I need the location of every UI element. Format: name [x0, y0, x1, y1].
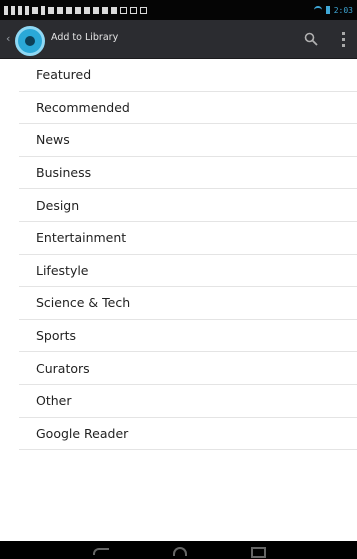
- box-icon: [120, 6, 127, 14]
- dollar-icon: [41, 5, 45, 15]
- page-title: Add to Library: [51, 32, 119, 43]
- up-caret-icon[interactable]: ‹: [6, 33, 10, 44]
- list-item-label: Entertainment: [36, 230, 127, 246]
- list-item[interactable]: Other: [19, 385, 357, 418]
- list-item-label: Other: [36, 393, 72, 409]
- list-item-label: Curators: [36, 360, 90, 376]
- overflow-menu-icon[interactable]: [342, 32, 346, 47]
- recent-apps-icon[interactable]: [247, 544, 267, 558]
- action-bar: ‹ Add to Library: [0, 20, 357, 59]
- list-item-label: Featured: [36, 67, 92, 83]
- list-item-label: Business: [36, 165, 92, 181]
- warning-icon: [57, 6, 63, 14]
- list-item-label: Google Reader: [36, 425, 129, 441]
- system-status: 2:03: [313, 5, 353, 15]
- app-logo-icon[interactable]: [15, 26, 45, 56]
- mail-icon: [84, 6, 90, 14]
- calendar-icon: [66, 6, 72, 14]
- list-item[interactable]: Entertainment: [19, 222, 357, 255]
- box-icon: [140, 6, 147, 14]
- list-item-label: Design: [36, 197, 80, 213]
- list-item[interactable]: Featured: [19, 59, 357, 92]
- battery-icon: [325, 6, 330, 14]
- status-time: 2:03: [333, 5, 353, 15]
- wifi-icon: [313, 6, 322, 14]
- notification-icons: [4, 5, 147, 15]
- list-item[interactable]: Lifestyle: [19, 255, 357, 288]
- list-item[interactable]: Recommended: [19, 92, 357, 125]
- back-icon[interactable]: [91, 544, 111, 556]
- mail-icon: [93, 6, 99, 14]
- search-icon[interactable]: [303, 31, 319, 47]
- category-list: Featured Recommended News Business Desig…: [19, 59, 357, 451]
- usb-icon: [4, 5, 8, 15]
- list-item-label: Recommended: [36, 99, 130, 115]
- mail-icon: [102, 6, 108, 14]
- mail-icon: [111, 6, 117, 14]
- list-item[interactable]: Curators: [19, 352, 357, 385]
- list-item-label: Science & Tech: [36, 295, 131, 311]
- list-item[interactable]: Sports: [19, 320, 357, 353]
- list-item[interactable]: Google Reader: [19, 418, 357, 451]
- sd-card-icon: [32, 6, 38, 14]
- list-item[interactable]: Business: [19, 157, 357, 190]
- list-item-label: News: [36, 132, 70, 148]
- status-bar: 2:03: [0, 0, 357, 20]
- home-icon[interactable]: [169, 544, 189, 556]
- list-item-label: Sports: [36, 328, 77, 344]
- list-item-label: Lifestyle: [36, 262, 89, 278]
- list-item[interactable]: News: [19, 124, 357, 157]
- list-item[interactable]: Design: [19, 189, 357, 222]
- download-icon: [25, 5, 29, 15]
- list-item[interactable]: Science & Tech: [19, 287, 357, 320]
- mail-icon: [75, 6, 81, 14]
- box-icon: [130, 6, 137, 14]
- download-icon: [11, 5, 15, 15]
- image-icon: [48, 6, 54, 14]
- download-icon: [18, 5, 22, 15]
- navigation-bar: [0, 541, 357, 559]
